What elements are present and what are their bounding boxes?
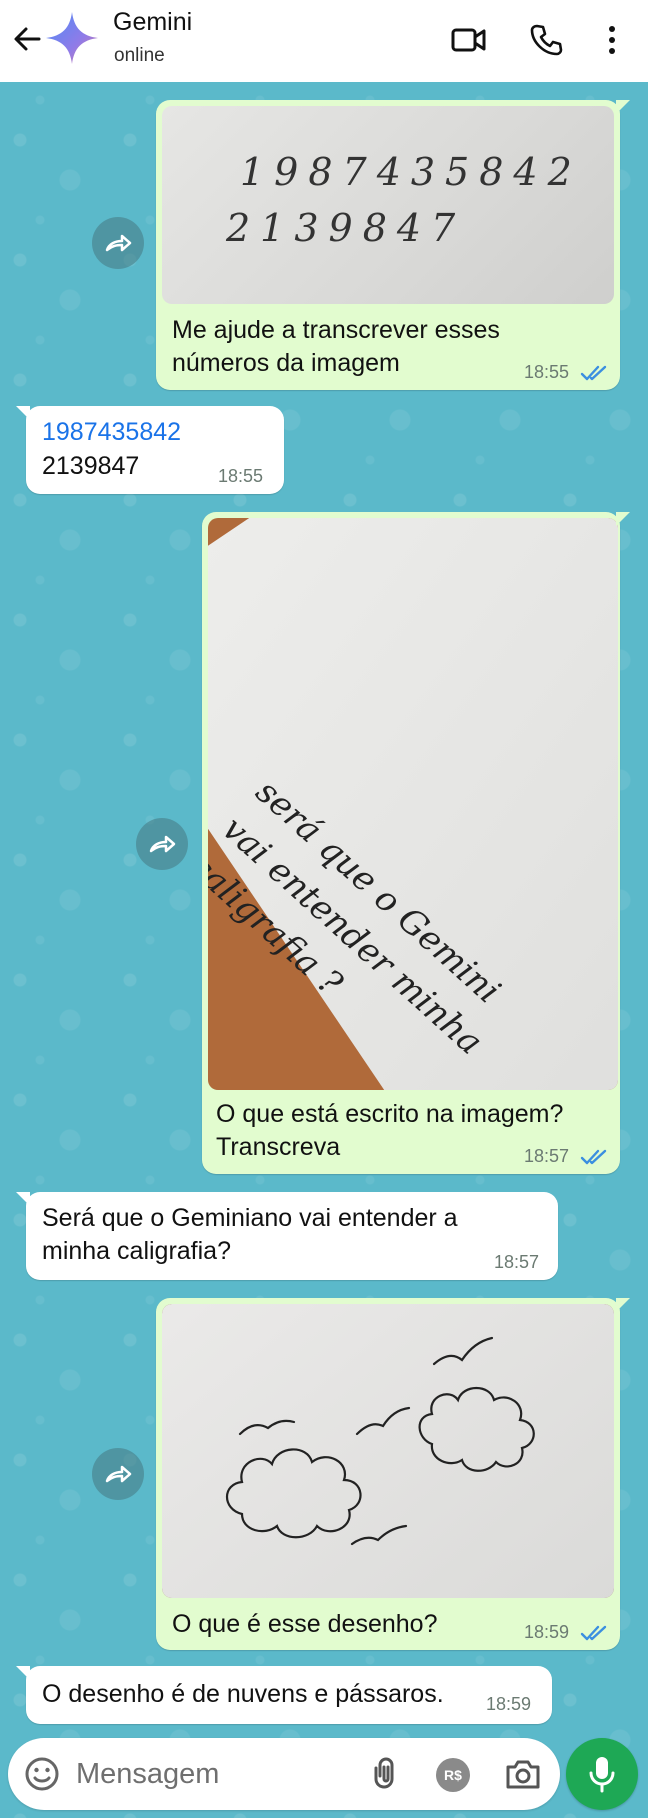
chat-header: Gemini online xyxy=(0,0,648,82)
chat-title[interactable]: Gemini xyxy=(113,8,192,37)
message-text: números da imagem xyxy=(172,349,400,377)
read-receipt-icon xyxy=(580,1624,608,1642)
message-text: Me ajude a transcrever esses xyxy=(172,316,500,344)
message-input[interactable]: Mensagem xyxy=(76,1758,219,1791)
more-options-icon[interactable] xyxy=(596,20,628,60)
forward-button[interactable] xyxy=(136,818,188,870)
message-text: O desenho é de nuvens e pássaros. xyxy=(42,1680,444,1708)
message-text: Será que o Geminiano vai entender a xyxy=(42,1204,458,1232)
drawing-photo[interactable] xyxy=(162,1304,614,1598)
message-time: 18:57 xyxy=(494,1252,540,1272)
photo-handwriting-line: 1987435842 xyxy=(240,150,582,194)
numbers-photo[interactable]: 1987435842 2139847 xyxy=(162,106,614,304)
video-call-icon[interactable] xyxy=(449,20,489,60)
outgoing-message[interactable]: será que o Gemini vai entender minha cal… xyxy=(202,512,630,1174)
message-time: 18:57 xyxy=(524,1146,570,1166)
phone-number-link[interactable]: 1987435842 xyxy=(42,416,181,449)
message-composer[interactable]: Mensagem R$ xyxy=(8,1738,560,1810)
incoming-message[interactable]: O desenho é de nuvens e pássaros. 18:59 xyxy=(16,1666,552,1724)
back-arrow-icon[interactable] xyxy=(10,22,44,56)
message-time: 18:59 xyxy=(486,1694,532,1714)
forward-button[interactable] xyxy=(92,1448,144,1500)
camera-icon[interactable] xyxy=(504,1756,542,1792)
clouds-birds-drawing xyxy=(226,1336,535,1546)
payment-icon[interactable]: R$ xyxy=(436,1758,470,1792)
message-text: 2139847 xyxy=(42,452,140,480)
message-text: O que está escrito na imagem? xyxy=(216,1100,564,1128)
outgoing-message[interactable]: 1987435842 2139847 Me ajude a transcreve… xyxy=(156,100,630,390)
incoming-message[interactable]: Será que o Geminiano vai entender a minh… xyxy=(16,1192,558,1280)
chat-status: online xyxy=(114,45,165,66)
attach-icon[interactable] xyxy=(368,1756,404,1792)
forward-button[interactable] xyxy=(92,217,144,269)
handwriting-photo[interactable]: será que o Gemini vai entender minha cal… xyxy=(208,518,618,1090)
read-receipt-icon xyxy=(580,364,608,382)
gemini-avatar[interactable] xyxy=(44,10,100,66)
photo-handwriting-line: 2139847 xyxy=(226,206,466,250)
message-time: 18:59 xyxy=(524,1622,570,1642)
message-time: 18:55 xyxy=(218,466,264,486)
phone-call-icon[interactable] xyxy=(526,20,566,60)
voice-message-button[interactable] xyxy=(566,1738,638,1810)
microphone-icon xyxy=(589,1757,615,1793)
message-text: O que é esse desenho? xyxy=(172,1610,438,1638)
emoji-icon[interactable] xyxy=(24,1756,60,1792)
read-receipt-icon xyxy=(580,1148,608,1166)
outgoing-message[interactable]: O que é esse desenho? 18:59 xyxy=(156,1298,630,1650)
message-time: 18:55 xyxy=(524,362,570,382)
incoming-message[interactable]: 1987435842 2139847 18:55 xyxy=(16,406,284,494)
message-text: minha caligrafia? xyxy=(42,1237,231,1265)
message-text: Transcreva xyxy=(216,1133,341,1161)
